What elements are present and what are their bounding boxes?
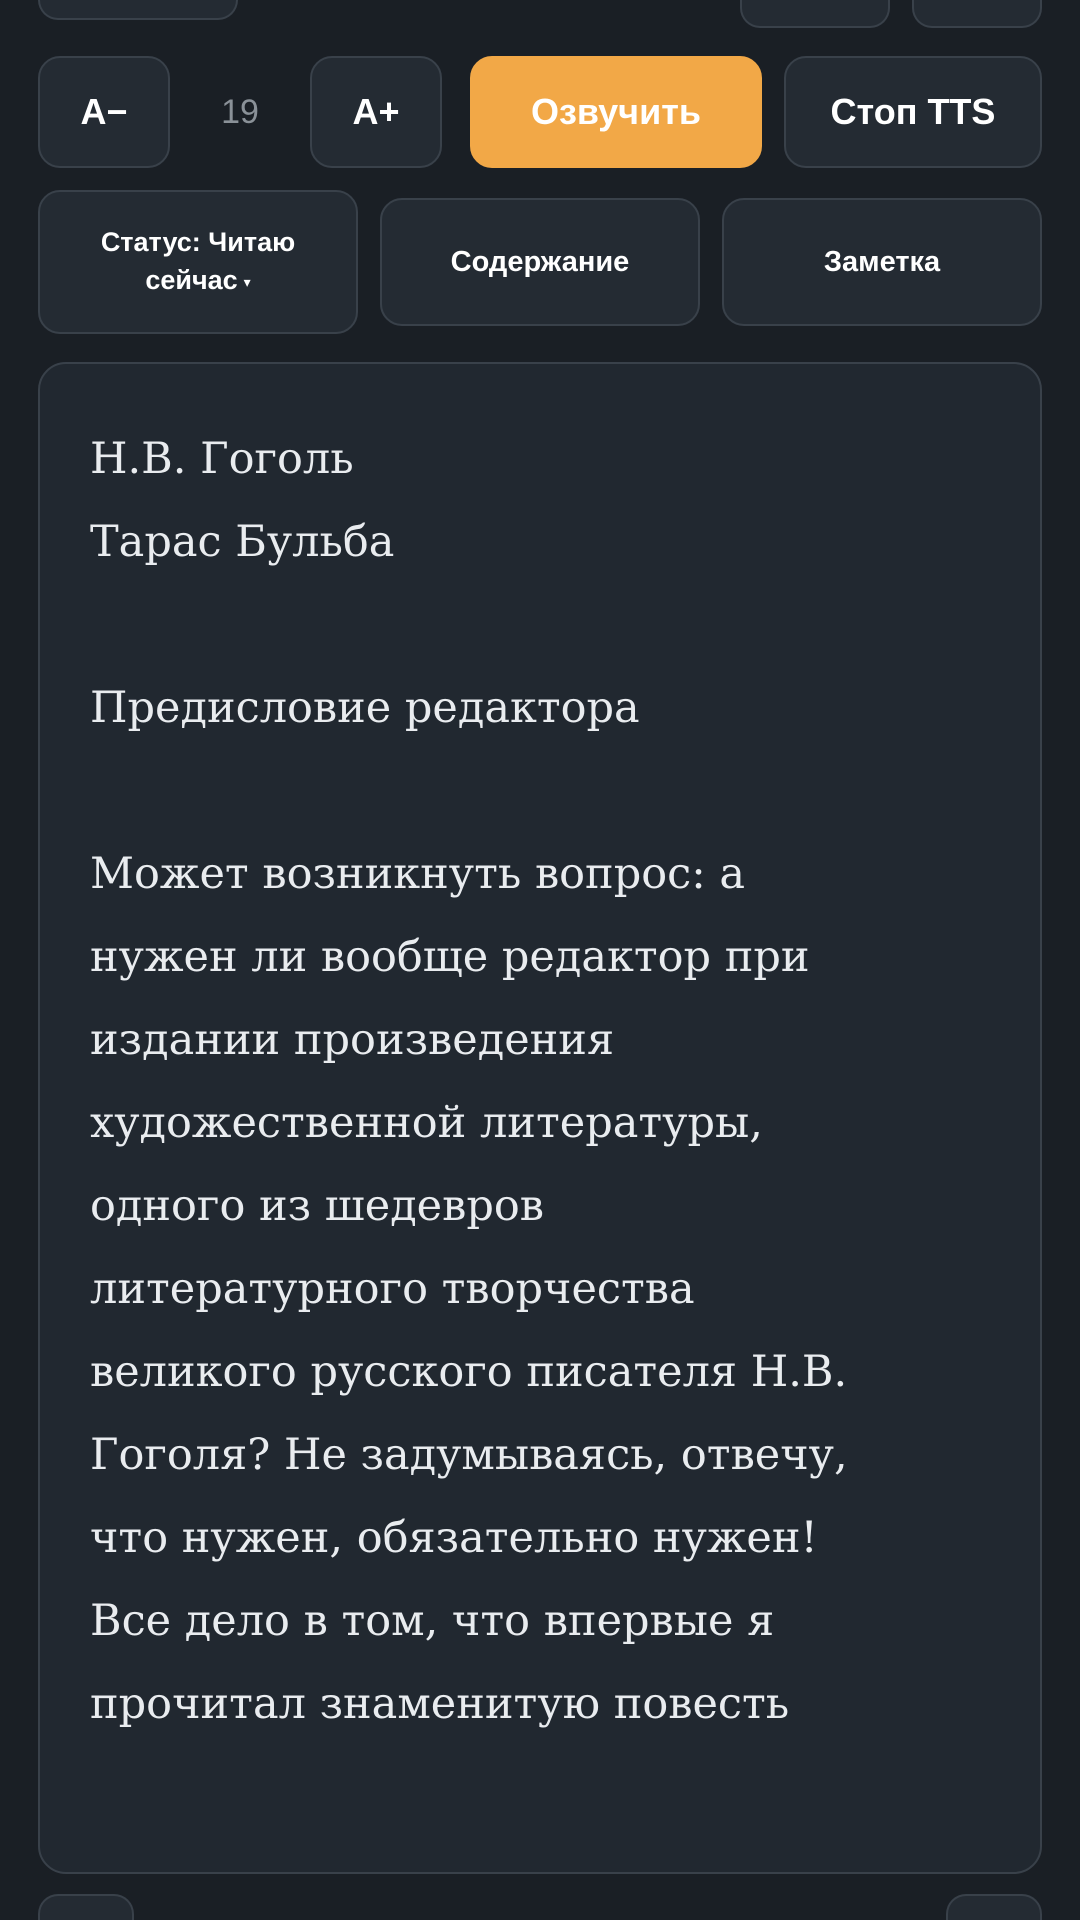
- book-text: Н.В. Гоголь Тарас Бульба Предисловие ред…: [90, 434, 848, 1729]
- status-dropdown[interactable]: Статус: Читаю сейчас ▾: [38, 190, 358, 334]
- note-button[interactable]: Заметка: [722, 198, 1042, 326]
- increase-font-button[interactable]: A+: [310, 56, 442, 168]
- bottom-right-partial-button[interactable]: [946, 1894, 1042, 1920]
- top-right-partial-button-2[interactable]: [912, 0, 1042, 28]
- reader-panel[interactable]: Н.В. Гоголь Тарас Бульба Предисловие ред…: [38, 362, 1042, 1874]
- top-left-partial-button[interactable]: [38, 0, 238, 20]
- status-label: Статус: Читаю сейчас ▾: [100, 227, 296, 296]
- stop-tts-button[interactable]: Стоп TTS: [784, 56, 1042, 168]
- font-size-value: 19: [221, 92, 259, 131]
- bottom-left-partial-button[interactable]: [38, 1894, 134, 1920]
- reader-screen: A− 19 A+ Озвучить Стоп TTS Статус: Читаю…: [0, 0, 1080, 1920]
- decrease-font-button[interactable]: A−: [38, 56, 170, 168]
- speak-button[interactable]: Озвучить: [470, 56, 762, 168]
- contents-button[interactable]: Содержание: [380, 198, 700, 326]
- chevron-down-icon: ▾: [243, 273, 251, 290]
- top-right-partial-button-1[interactable]: [740, 0, 890, 28]
